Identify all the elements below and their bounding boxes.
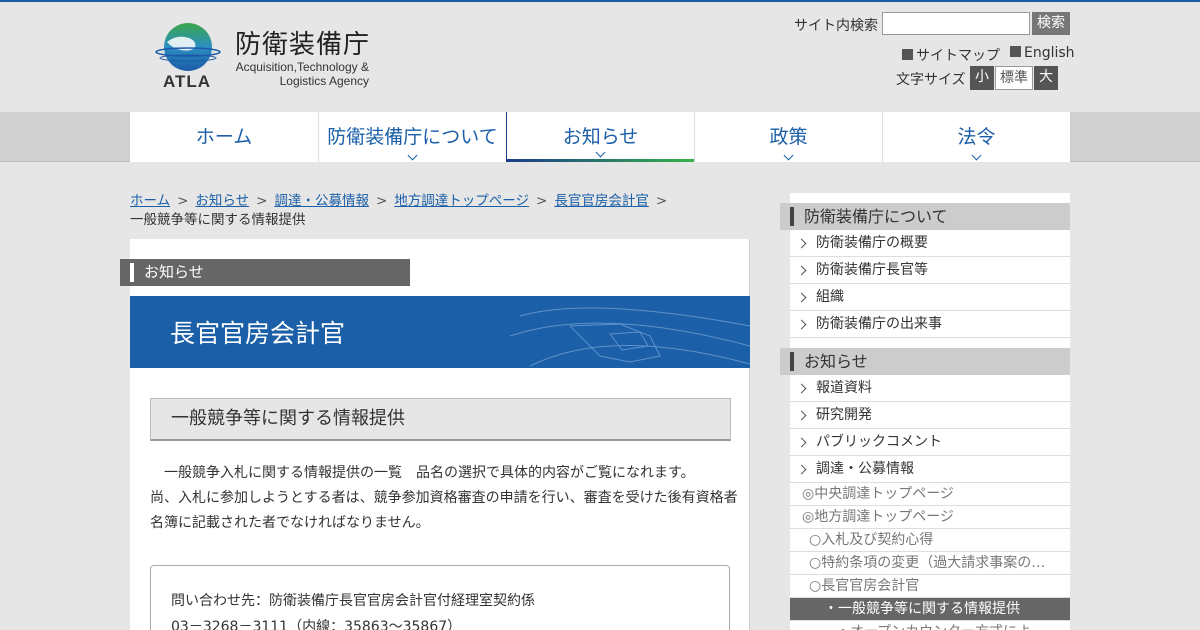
breadcrumb-link-news[interactable]: お知らせ [195,193,249,209]
logo-japanese-name: 防衛装備庁 [235,30,371,60]
sidebar-item-events[interactable]: 防衛装備庁の出来事 [790,311,1070,338]
nav-home[interactable]: ホーム [130,112,318,162]
font-size-label: 文字サイズ [896,72,966,88]
sidebar-item-press[interactable]: 報道資料 [790,375,1070,402]
breadcrumb-link-regional[interactable]: 地方調達トップページ [394,193,529,209]
sidebar-sub-regional[interactable]: ◎地方調達トップページ [790,506,1070,529]
chevron-right-icon [796,292,807,303]
sidebar-item-label: パブリックコメント [816,434,942,450]
sidebar-item-overview[interactable]: 防衛装備庁の概要 [790,230,1070,257]
breadcrumb-link-accounting[interactable]: 長官官房会計官 [554,193,649,209]
sidebar-sub-open-counter[interactable]: ・オープンカウンター方式による見積 [790,621,1070,630]
page-banner: 長官官房会計官 [130,296,750,368]
font-size-small-button[interactable]: 小 [970,66,994,90]
sidebar-item-label: 防衛装備庁長官等 [816,262,928,278]
sidebar-sub-special-clauses[interactable]: ○特約条項の変更（過大請求事案の再発防止等） [790,552,1070,575]
sitemap-link-label: サイトマップ [916,48,1000,64]
font-size-standard-button[interactable]: 標準 [995,66,1033,90]
nav-about-label: 防衛装備庁について [327,126,498,148]
chevron-down-icon [595,147,605,158]
contact-box: 問い合わせ先：防衛装備庁長官官房会計官付経理室契約係 03－3268－3111（… [150,565,730,630]
sidebar-sub-accounting[interactable]: ○長官官房会計官 [790,575,1070,598]
nav-about[interactable]: 防衛装備庁について [318,112,506,162]
chevron-right-icon [796,437,807,448]
chevron-right-icon [796,238,807,249]
english-link[interactable]: English [1010,45,1075,61]
nav-news[interactable]: お知らせ [506,112,694,162]
square-bullet-icon [902,49,913,60]
breadcrumb-separator: > [536,193,548,209]
logo-english-line2: Logistics Agency [279,74,369,88]
chevron-down-icon [407,150,417,161]
chevron-down-icon [783,150,793,161]
nav-policy-label: 政策 [769,126,808,148]
breadcrumb-link-home[interactable]: ホーム [130,193,170,209]
sidebar-item-label: 防衛装備庁の出来事 [816,316,942,332]
chevron-right-icon [796,464,807,475]
nav-home-label: ホーム [195,126,253,148]
breadcrumb-current: 一般競争等に関する情報提供 [130,212,306,228]
sidebar-item-label: 調達・公募情報 [816,461,914,477]
chevron-right-icon [796,383,807,394]
english-link-label: English [1024,45,1075,61]
logo-english-name: Acquisition,Technology & Logistics Agenc… [235,60,369,88]
nav-news-label: お知らせ [562,126,639,148]
top-accent-line [0,0,1200,2]
chevron-right-icon [796,319,807,330]
globe-logo-icon [155,23,221,71]
breadcrumb-separator: > [256,193,268,209]
sidebar-sub-central[interactable]: ◎中央調達トップページ [790,483,1070,506]
contact-line-2: 03－3268－3111（内線：35863～35867） [171,619,462,630]
breadcrumb-link-procurement[interactable]: 調達・公募情報 [274,193,369,209]
contact-line-1: 問い合わせ先：防衛装備庁長官官房会計官付経理室契約係 [171,593,535,609]
search-input[interactable] [882,12,1030,35]
sidebar-item-public-comment[interactable]: パブリックコメント [790,429,1070,456]
font-size-large-button[interactable]: 大 [1034,66,1058,90]
nav-law[interactable]: 法令 [882,112,1070,162]
breadcrumb: ホーム > お知らせ > 調達・公募情報 > 地方調達トップページ > 長官官房会計官 > 一般競争… [130,192,730,230]
global-nav: ホーム 防衛装備庁について お知らせ 政策 法令 [130,112,1070,162]
chevron-right-icon [796,410,807,421]
sidebar-item-organization[interactable]: 組織 [790,284,1070,311]
banner-decoration-icon [510,307,750,367]
intro-text: 一般競争入札に関する情報提供の一覧 品名の選択で具体的内容がご覧になれます。 尚… [150,461,740,536]
sidebar-sub-competition-info[interactable]: ・一般競争等に関する情報提供 [790,598,1070,621]
section-tab-label: お知らせ [120,259,410,286]
sidebar-item-label: 防衛装備庁の概要 [816,235,928,251]
search-button[interactable]: 検索 [1032,12,1070,35]
sidebar-heading-news[interactable]: お知らせ [780,348,1070,375]
intro-line-2: 尚、入札に参加しようとする者は、競争参加資格審査の申請を行い、審査を受けた後有資… [150,490,738,531]
sidebar-item-procurement[interactable]: 調達・公募情報 [790,456,1070,483]
nav-policy[interactable]: 政策 [694,112,882,162]
page-heading: 一般競争等に関する情報提供 [150,398,731,441]
search-label: サイト内検索 [794,18,878,34]
logo-english-line1: Acquisition,Technology & [235,60,369,74]
intro-line-1: 一般競争入札に関する情報提供の一覧 品名の選択で具体的内容がご覧になれます。 [150,465,695,481]
chevron-right-icon [796,265,807,276]
banner-title: 長官官房会計官 [170,319,346,348]
sidebar-heading-about[interactable]: 防衛装備庁について [780,203,1070,230]
site-logo[interactable]: ATLA 防衛装備庁 Acquisition,Technology & Logi… [155,22,385,94]
logo-abbreviation: ATLA [163,72,212,91]
sidebar-item-research[interactable]: 研究開発 [790,402,1070,429]
square-bullet-icon [1010,46,1021,57]
sitemap-link[interactable]: サイトマップ [902,45,1000,65]
sidebar-sub-bidding-rules[interactable]: ○入札及び契約心得 [790,529,1070,552]
breadcrumb-separator: > [375,193,388,209]
nav-law-label: 法令 [957,126,996,148]
breadcrumb-separator: > [177,193,189,209]
breadcrumb-separator: > [655,193,668,209]
sidebar-item-label: 組織 [816,289,844,305]
chevron-down-icon [971,150,981,161]
sidebar-item-label: 研究開発 [816,407,872,423]
sidebar-item-commissioner[interactable]: 防衛装備庁長官等 [790,257,1070,284]
sidebar-item-label: 報道資料 [816,380,872,396]
